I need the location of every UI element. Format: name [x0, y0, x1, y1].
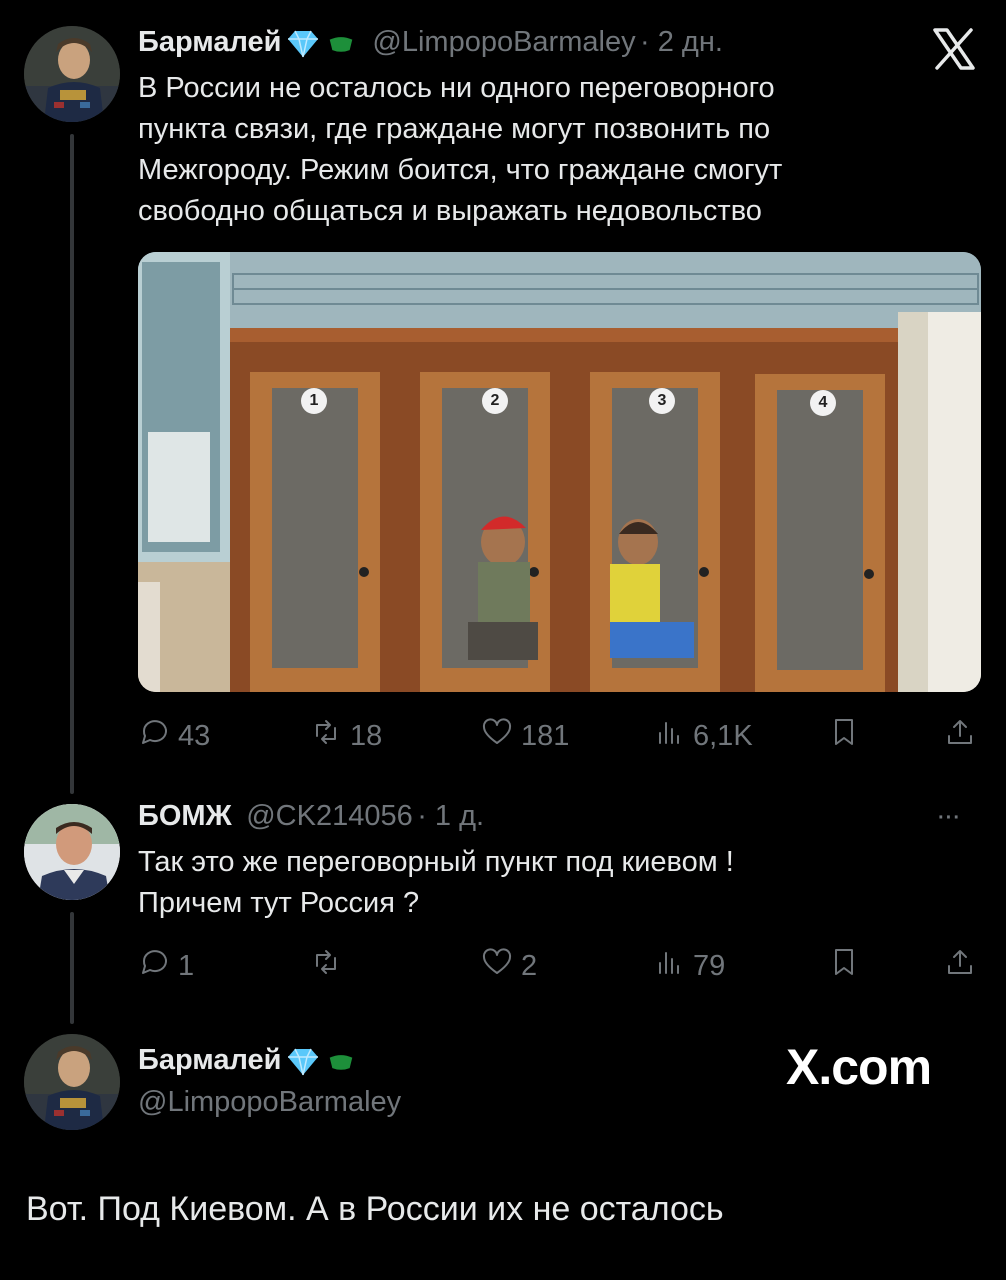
author-handle[interactable]: @LimpopoBarmaley: [138, 1086, 401, 1119]
door-knob: [529, 567, 539, 577]
views-button[interactable]: 6,1K: [653, 716, 753, 756]
share-icon: [944, 716, 976, 756]
reply-text-line: Причем тут Россия ?: [138, 887, 420, 919]
author-name[interactable]: Бармалей: [138, 26, 282, 58]
views-count: 6,1K: [693, 719, 753, 752]
avatar[interactable]: [24, 1034, 120, 1130]
diamond-icon: [286, 1047, 320, 1082]
views-icon: [653, 716, 685, 756]
bookmark-button[interactable]: [828, 716, 860, 756]
reply-count: 43: [178, 719, 211, 752]
green-cap-icon: [326, 1049, 356, 1080]
bookmark-icon: [828, 716, 860, 756]
quote-header: Бармалей: [138, 1044, 356, 1082]
door-knob: [864, 569, 874, 579]
repost-button[interactable]: 18: [310, 716, 382, 756]
x-logo-icon[interactable]: [932, 28, 976, 70]
views-count: 79: [693, 949, 726, 982]
tweet-photo[interactable]: 1 2 3 4: [138, 252, 981, 692]
bookmark-icon: [828, 946, 860, 986]
like-button[interactable]: 2: [481, 946, 537, 986]
views-icon: [653, 946, 685, 986]
author-handle[interactable]: @CK214056: [246, 800, 413, 832]
tweet-actions: 43 18 181 6,1K: [138, 716, 980, 756]
reply-icon: [138, 946, 170, 986]
reply-button[interactable]: 1: [138, 946, 194, 986]
reply-text: Так это же переговорный пункт под киевом…: [138, 842, 968, 924]
booth-number: 4: [810, 390, 836, 416]
avatar[interactable]: [24, 804, 120, 900]
repost-icon: [310, 716, 342, 756]
reply-button[interactable]: 43: [138, 716, 210, 756]
reply-header: БОМЖ @CK214056 · 1 д.: [138, 800, 484, 833]
avatar[interactable]: [24, 26, 120, 122]
share-icon: [944, 946, 976, 986]
repost-icon: [310, 946, 342, 986]
heart-icon: [481, 946, 513, 986]
like-button[interactable]: 181: [481, 716, 569, 756]
tweet-text-line: пункта связи, где граждане могут позвони…: [138, 113, 771, 145]
author-name[interactable]: БОМЖ: [138, 800, 232, 832]
like-count: 181: [521, 719, 570, 752]
repost-count: 18: [350, 719, 383, 752]
booth-glass: [777, 390, 863, 670]
share-button[interactable]: [944, 946, 976, 986]
door-knob: [699, 567, 709, 577]
door-knob: [359, 567, 369, 577]
diamond-icon: [286, 29, 320, 64]
booth-number: 2: [482, 388, 508, 414]
repost-button[interactable]: [310, 946, 350, 986]
caption-text: Вот. Под Киевом. А в России их не остало…: [26, 1190, 724, 1228]
thread-line: [70, 134, 74, 794]
booth-glass: [272, 388, 358, 668]
reply-text-line: Так это же переговорный пункт под киевом…: [138, 846, 734, 878]
reply-count: 1: [178, 949, 195, 982]
tweet-header: Бармалей @LimpopoBarmaley · 2 дн.: [138, 26, 723, 64]
booth-number: 1: [301, 388, 327, 414]
post-time[interactable]: · 1 д.: [417, 800, 484, 832]
views-button[interactable]: 79: [653, 946, 725, 986]
reply-actions: 1 2 79: [138, 946, 980, 986]
tweet-text-line: свободно общаться и выражать недовольств…: [138, 195, 762, 227]
x-com-brand: X.com: [786, 1039, 932, 1095]
bookmark-button[interactable]: [828, 946, 860, 986]
heart-icon: [481, 716, 513, 756]
green-cap-icon: [326, 31, 356, 62]
more-button[interactable]: ···: [936, 800, 961, 833]
tweet-text-line: В России не осталось ни одного переговор…: [138, 72, 775, 104]
author-name[interactable]: Бармалей: [138, 1044, 282, 1076]
like-count: 2: [521, 949, 538, 982]
tweet-text: В России не осталось ни одного переговор…: [138, 68, 968, 232]
tweet-text-line: Межгороду. Режим боится, что граждане см…: [138, 154, 783, 186]
booth-number: 3: [649, 388, 675, 414]
thread-line: [70, 912, 74, 1024]
author-handle[interactable]: @LimpopoBarmaley: [372, 26, 635, 58]
share-button[interactable]: [944, 716, 976, 756]
post-time[interactable]: · 2 дн.: [640, 26, 723, 58]
reply-icon: [138, 716, 170, 756]
